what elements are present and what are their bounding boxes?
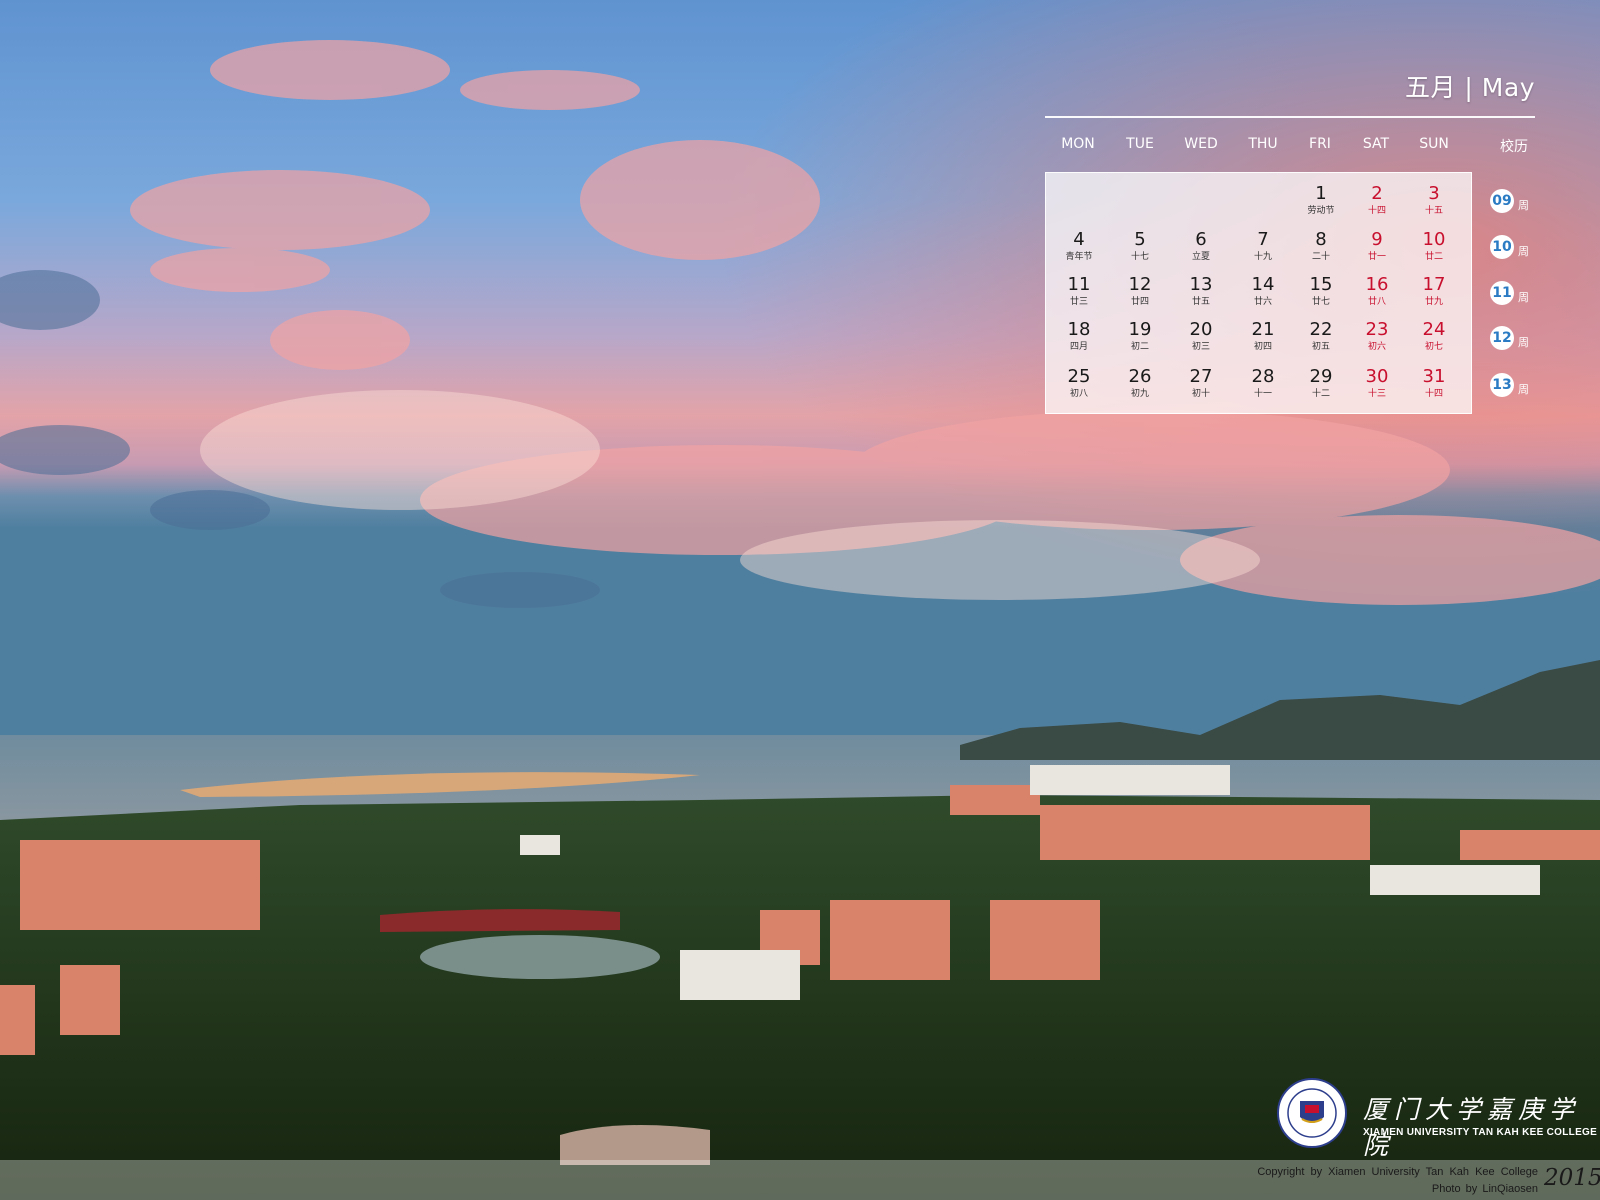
week-number-badge: 11: [1490, 281, 1514, 305]
week-unit-label: 周: [1518, 199, 1529, 212]
calendar-day: 11 廿三: [1067, 274, 1091, 308]
calendar-day: 14 廿六: [1251, 274, 1275, 308]
calendar-day: 28 十一: [1251, 366, 1275, 400]
weekday-header-thu: THU: [1248, 136, 1278, 152]
weekday-header-wed: WED: [1184, 136, 1218, 152]
college-name-cn: 厦门大学嘉庚学院: [1363, 1095, 1581, 1160]
week-number-badge: 12: [1490, 326, 1514, 350]
weekday-header-mon: MON: [1061, 136, 1095, 152]
week-unit-label: 周: [1518, 291, 1529, 304]
calendar-day: 23 初六: [1365, 319, 1389, 353]
college-seal-icon: [1277, 1078, 1347, 1148]
calendar-day: 29 十二: [1309, 366, 1333, 400]
calendar-day: 27 初十: [1189, 366, 1213, 400]
calendar-day: 1 劳动节: [1307, 183, 1335, 217]
calendar-day: 31 十四: [1422, 366, 1446, 400]
week-number-item: 11 周: [1490, 281, 1529, 305]
week-number-item: 10 周: [1490, 235, 1529, 259]
calendar-day: 4 青年节: [1065, 229, 1093, 263]
calendar-day: 12 廿四: [1128, 274, 1152, 308]
calendar-day: 24 初七: [1422, 319, 1446, 353]
week-number-item: 13 周: [1490, 373, 1529, 397]
calendar-day: 16 廿八: [1365, 274, 1389, 308]
calendar-day: 17 廿九: [1422, 274, 1446, 308]
year-label: 2015: [1544, 1165, 1600, 1191]
week-number-item: 09 周: [1490, 189, 1529, 213]
weekday-header-sun: SUN: [1419, 136, 1449, 152]
weekday-header-tue: TUE: [1126, 136, 1154, 152]
calendar-day: 5 十七: [1130, 229, 1149, 263]
weekday-header-sat: SAT: [1362, 136, 1390, 152]
calendar-day: 10 廿二: [1422, 229, 1446, 263]
calendar-day: 21 初四: [1251, 319, 1275, 353]
calendar-day: 9 廿一: [1367, 229, 1386, 263]
week-unit-label: 周: [1518, 336, 1529, 349]
week-number-badge: 13: [1490, 373, 1514, 397]
week-number-badge: 10: [1490, 235, 1514, 259]
calendar-day: 15 廿七: [1309, 274, 1333, 308]
week-unit-label: 周: [1518, 245, 1529, 258]
calendar-day: 19 初二: [1128, 319, 1152, 353]
calendar-day: 13 廿五: [1189, 274, 1213, 308]
calendar-day: 20 初三: [1189, 319, 1213, 353]
college-name-en: XIAMEN UNIVERSITY TAN KAH KEE COLLEGE: [1363, 1127, 1598, 1138]
week-number-item: 12 周: [1490, 326, 1529, 350]
week-number-badge: 09: [1490, 189, 1514, 213]
copyright-text: Copyright by Xiamen University Tan Kah K…: [1257, 1166, 1538, 1178]
calendar-divider: [1045, 116, 1535, 118]
calendar-day: 25 初八: [1067, 366, 1091, 400]
week-unit-label: 周: [1518, 383, 1529, 396]
calendar-day: 6 立夏: [1191, 229, 1210, 263]
calendar-day: 8 二十: [1311, 229, 1330, 263]
calendar-day: 26 初九: [1128, 366, 1152, 400]
calendar-day: 30 十三: [1365, 366, 1389, 400]
calendar-day: 3 十五: [1424, 183, 1443, 217]
weekday-header-fri: FRI: [1309, 136, 1331, 152]
calendar-day: 2 十四: [1367, 183, 1386, 217]
calendar-day: 18 四月: [1067, 319, 1091, 353]
calendar-day: 22 初五: [1309, 319, 1333, 353]
photo-credit: Photo by LinQiaosen: [1431, 1183, 1538, 1195]
calendar-day: 7 十九: [1253, 229, 1272, 263]
school-calendar-header: 校历: [1500, 139, 1528, 155]
calendar-month-title: 五月 | May: [1404, 73, 1535, 102]
